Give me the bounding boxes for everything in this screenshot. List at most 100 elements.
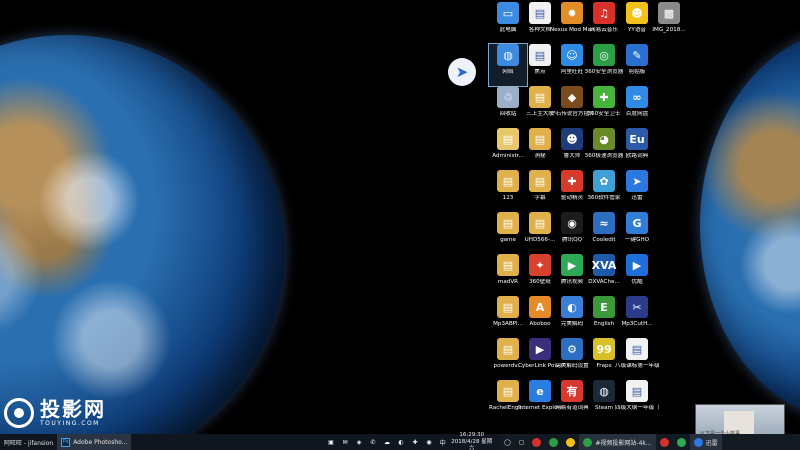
desktop-icon[interactable]: ∞ 百度网盘: [618, 86, 656, 128]
taskbar-right: ◯ ▢ #视频投影网站-4k... 迅雷: [500, 434, 800, 450]
taskbar-button[interactable]: ▢: [515, 434, 529, 450]
desktop-icon[interactable]: G 一键GHO: [618, 212, 656, 254]
tray-icon[interactable]: ✉: [340, 437, 350, 447]
app-icon: Eu: [626, 128, 648, 150]
app-icon: G: [626, 212, 648, 234]
taskbar-button[interactable]: [545, 434, 562, 450]
taskbar-app-icon: [532, 437, 542, 447]
app-icon: ▤: [626, 380, 648, 402]
desktop-icon[interactable]: ▤ 四级大纲一年级（下）.md: [615, 380, 659, 422]
app-icon: ♲: [497, 86, 519, 108]
taskbar-system-tray: ▣ ✉ ◈ ✆ ☁ ◐ ✚ ◉ 中 16:29:30 2018/4/28 星期六: [320, 432, 500, 450]
taskbar-item-aliwangwang[interactable]: 阿旺旺 - jifansion: [0, 434, 57, 450]
app-icon: ▶: [626, 254, 648, 276]
watermark-subtitle: TOUYING.COM: [40, 420, 100, 427]
taskbar-button[interactable]: [562, 434, 579, 450]
taskbar-button[interactable]: [656, 434, 673, 450]
watermark-logo-icon: [4, 398, 34, 428]
taskbar-left: 阿旺旺 - jifansion Ps Adobe Photosho...: [0, 434, 320, 450]
app-icon: ✦: [529, 254, 551, 276]
app-icon: e: [529, 380, 551, 402]
desktop-icon[interactable]: ▤ 八级课标第一年级（下）...: [615, 338, 659, 380]
app-icon: A: [529, 296, 551, 318]
tray-icon[interactable]: ◐: [396, 437, 406, 447]
desktop-icon-label: 一键GHO: [624, 237, 650, 243]
photoshop-icon: Ps: [61, 437, 71, 447]
app-icon: ▤: [626, 338, 648, 360]
taskbar-button[interactable]: ◯: [500, 434, 515, 450]
desktop-icon[interactable]: ➤ 迅雷: [618, 170, 656, 212]
desktop-icon-label: 迅雷: [631, 195, 643, 201]
taskbar-button[interactable]: [673, 434, 690, 450]
tray-icon[interactable]: ✆: [368, 437, 378, 447]
wallpaper-earth-left: [0, 35, 285, 450]
app-icon: ✎: [626, 44, 648, 66]
taskbar-button-label: #视频投影网站-4k...: [595, 439, 652, 447]
app-icon: ▤: [529, 212, 551, 234]
app-icon: ☺: [561, 44, 583, 66]
app-icon: ▤: [497, 338, 519, 360]
app-icon: ⚙: [561, 338, 583, 360]
desktop-icon-label: 剪贴板: [628, 69, 646, 75]
app-icon: ✚: [593, 86, 615, 108]
desktop-icon[interactable]: ✎ 剪贴板: [618, 44, 656, 86]
app-icon: ▤: [497, 128, 519, 150]
app-icon: ✹: [561, 2, 583, 24]
app-icon: ▶: [561, 254, 583, 276]
tray-icon[interactable]: ☁: [382, 437, 392, 447]
app-icon: ♫: [593, 2, 615, 24]
app-icon: ≈: [593, 212, 615, 234]
app-icon: ▶: [529, 338, 551, 360]
app-icon: ◎: [593, 44, 615, 66]
desktop-icon[interactable]: ▩ IMG_2018...: [650, 2, 688, 44]
taskbar-button[interactable]: [528, 434, 545, 450]
taskbar-item-photoshop[interactable]: Ps Adobe Photosho...: [57, 434, 132, 450]
wallpaper-earth-right: [700, 30, 800, 420]
desktop-icon[interactable]: Eu 欧路词典: [618, 128, 656, 170]
app-icon: ➤: [626, 170, 648, 192]
desktop-icon-label: 优酷: [631, 279, 643, 285]
taskbar-app-icon: [583, 437, 593, 447]
taskbar-app-icon: [659, 437, 669, 447]
app-icon: ▤: [497, 296, 519, 318]
floating-bird-icon[interactable]: ➤: [448, 58, 476, 86]
desktop-icon[interactable]: ✂ Mp3CutH...: [618, 296, 656, 338]
app-icon: 99: [593, 338, 615, 360]
desktop-icon-label: IMG_2018...: [652, 27, 686, 33]
taskbar-app-icon: [693, 437, 703, 447]
tray-icon[interactable]: ✚: [410, 437, 420, 447]
app-icon: ▤: [529, 128, 551, 150]
app-icon: ▤: [529, 2, 551, 24]
app-icon: ◐: [561, 296, 583, 318]
tray-icon[interactable]: ◉: [424, 437, 434, 447]
app-icon: ◉: [561, 212, 583, 234]
app-icon: ☻: [561, 128, 583, 150]
taskbar-app-icon: [566, 437, 576, 447]
ime-indicator[interactable]: 中: [438, 437, 448, 447]
app-icon: ◍: [593, 380, 615, 402]
app-icon: ▤: [497, 254, 519, 276]
taskbar-button[interactable]: #视频投影网站-4k...: [579, 434, 656, 450]
app-icon: ▤: [497, 170, 519, 192]
app-icon: ✚: [561, 170, 583, 192]
app-icon: 有: [561, 380, 583, 402]
desktop-icon-label: 欧路词典: [625, 153, 649, 159]
taskbar-button-label: ◯: [504, 438, 511, 446]
app-icon: ▤: [529, 44, 551, 66]
desktop-icon[interactable]: ▶ 优酷: [618, 254, 656, 296]
desktop-icon-label: Mp3CutH...: [621, 321, 653, 327]
tray-icon[interactable]: ▣: [326, 437, 336, 447]
tray-icon[interactable]: ◈: [354, 437, 364, 447]
clock[interactable]: 16:29:30 2018/4/28 星期六: [450, 432, 494, 450]
app-icon: ▤: [529, 86, 551, 108]
app-icon: ◍: [497, 44, 519, 66]
taskbar-button[interactable]: 迅雷: [689, 434, 722, 450]
taskbar-app-icon: [676, 437, 686, 447]
taskbar-item-label: 阿旺旺 - jifansion: [4, 439, 54, 447]
desktop-icon-label: 百度网盘: [625, 111, 649, 117]
app-icon: ◕: [593, 128, 615, 150]
taskbar-button-label: 迅雷: [705, 439, 718, 447]
clock-time: 16:29:30: [459, 431, 485, 438]
app-icon: XVA: [592, 254, 616, 276]
app-icon: ▩: [658, 2, 680, 24]
